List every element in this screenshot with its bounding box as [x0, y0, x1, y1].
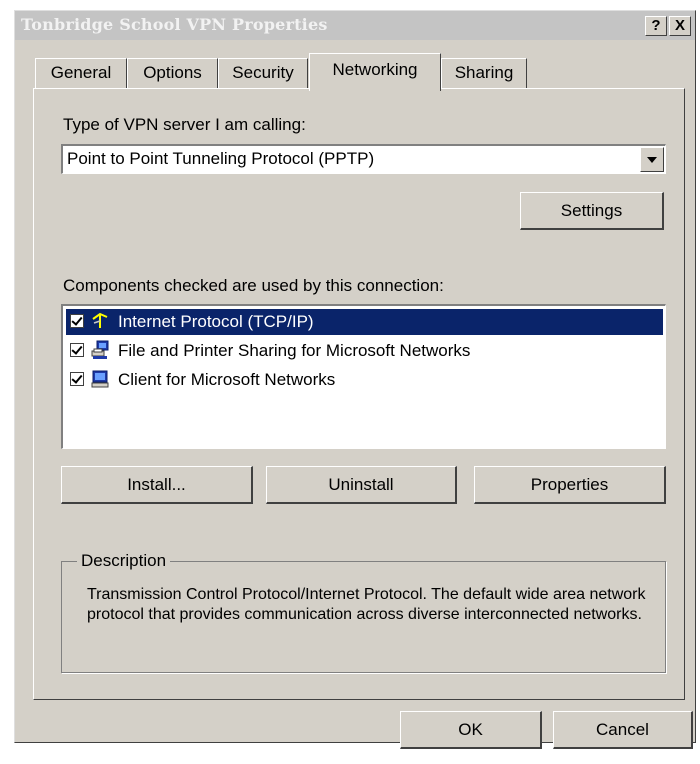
network-protocol-icon	[92, 312, 108, 328]
server-type-value: Point to Point Tunneling Protocol (PPTP)	[67, 149, 375, 168]
ok-button[interactable]: OK	[400, 711, 542, 749]
settings-button[interactable]: Settings	[520, 192, 664, 230]
checkbox[interactable]	[70, 372, 84, 386]
cancel-button[interactable]: Cancel	[553, 711, 693, 749]
list-item-client-networks[interactable]: Client for Microsoft Networks	[66, 367, 663, 393]
checkbox[interactable]	[70, 343, 84, 357]
checkbox[interactable]	[70, 314, 84, 328]
uninstall-button[interactable]: Uninstall	[266, 466, 457, 504]
tab-networking[interactable]: Networking	[309, 53, 441, 91]
tab-security[interactable]: Security	[218, 58, 308, 88]
chevron-down-icon[interactable]	[640, 147, 664, 172]
vpn-properties-dialog: Tonbridge School VPN Properties ? X Gene…	[14, 10, 696, 749]
list-item-file-printer-sharing[interactable]: File and Printer Sharing for Microsoft N…	[66, 338, 663, 364]
properties-button[interactable]: Properties	[474, 466, 666, 504]
list-item-label: File and Printer Sharing for Microsoft N…	[118, 341, 471, 360]
install-button[interactable]: Install...	[61, 466, 253, 504]
title-bar[interactable]: Tonbridge School VPN Properties ? X	[15, 11, 695, 40]
server-type-select[interactable]: Point to Point Tunneling Protocol (PPTP)	[61, 144, 666, 174]
list-item-tcpip[interactable]: Internet Protocol (TCP/IP)	[66, 309, 663, 335]
list-item-label: Client for Microsoft Networks	[118, 370, 336, 389]
tab-options[interactable]: Options	[127, 58, 218, 88]
tab-sharing[interactable]: Sharing	[441, 58, 527, 88]
components-label: Components checked are used by this conn…	[63, 276, 444, 295]
list-item-label: Internet Protocol (TCP/IP)	[118, 312, 314, 331]
components-list[interactable]: Internet Protocol (TCP/IP) File and Prin…	[61, 304, 666, 449]
server-type-label: Type of VPN server I am calling:	[63, 115, 306, 134]
help-button[interactable]: ?	[645, 16, 667, 36]
file-printer-sharing-icon	[91, 340, 109, 359]
description-label: Description	[77, 551, 171, 571]
tab-general[interactable]: General	[35, 58, 127, 88]
description-text: Transmission Control Protocol/Internet P…	[87, 586, 646, 623]
network-client-icon	[91, 370, 109, 388]
close-button[interactable]: X	[669, 16, 691, 36]
window-title: Tonbridge School VPN Properties	[21, 15, 328, 34]
